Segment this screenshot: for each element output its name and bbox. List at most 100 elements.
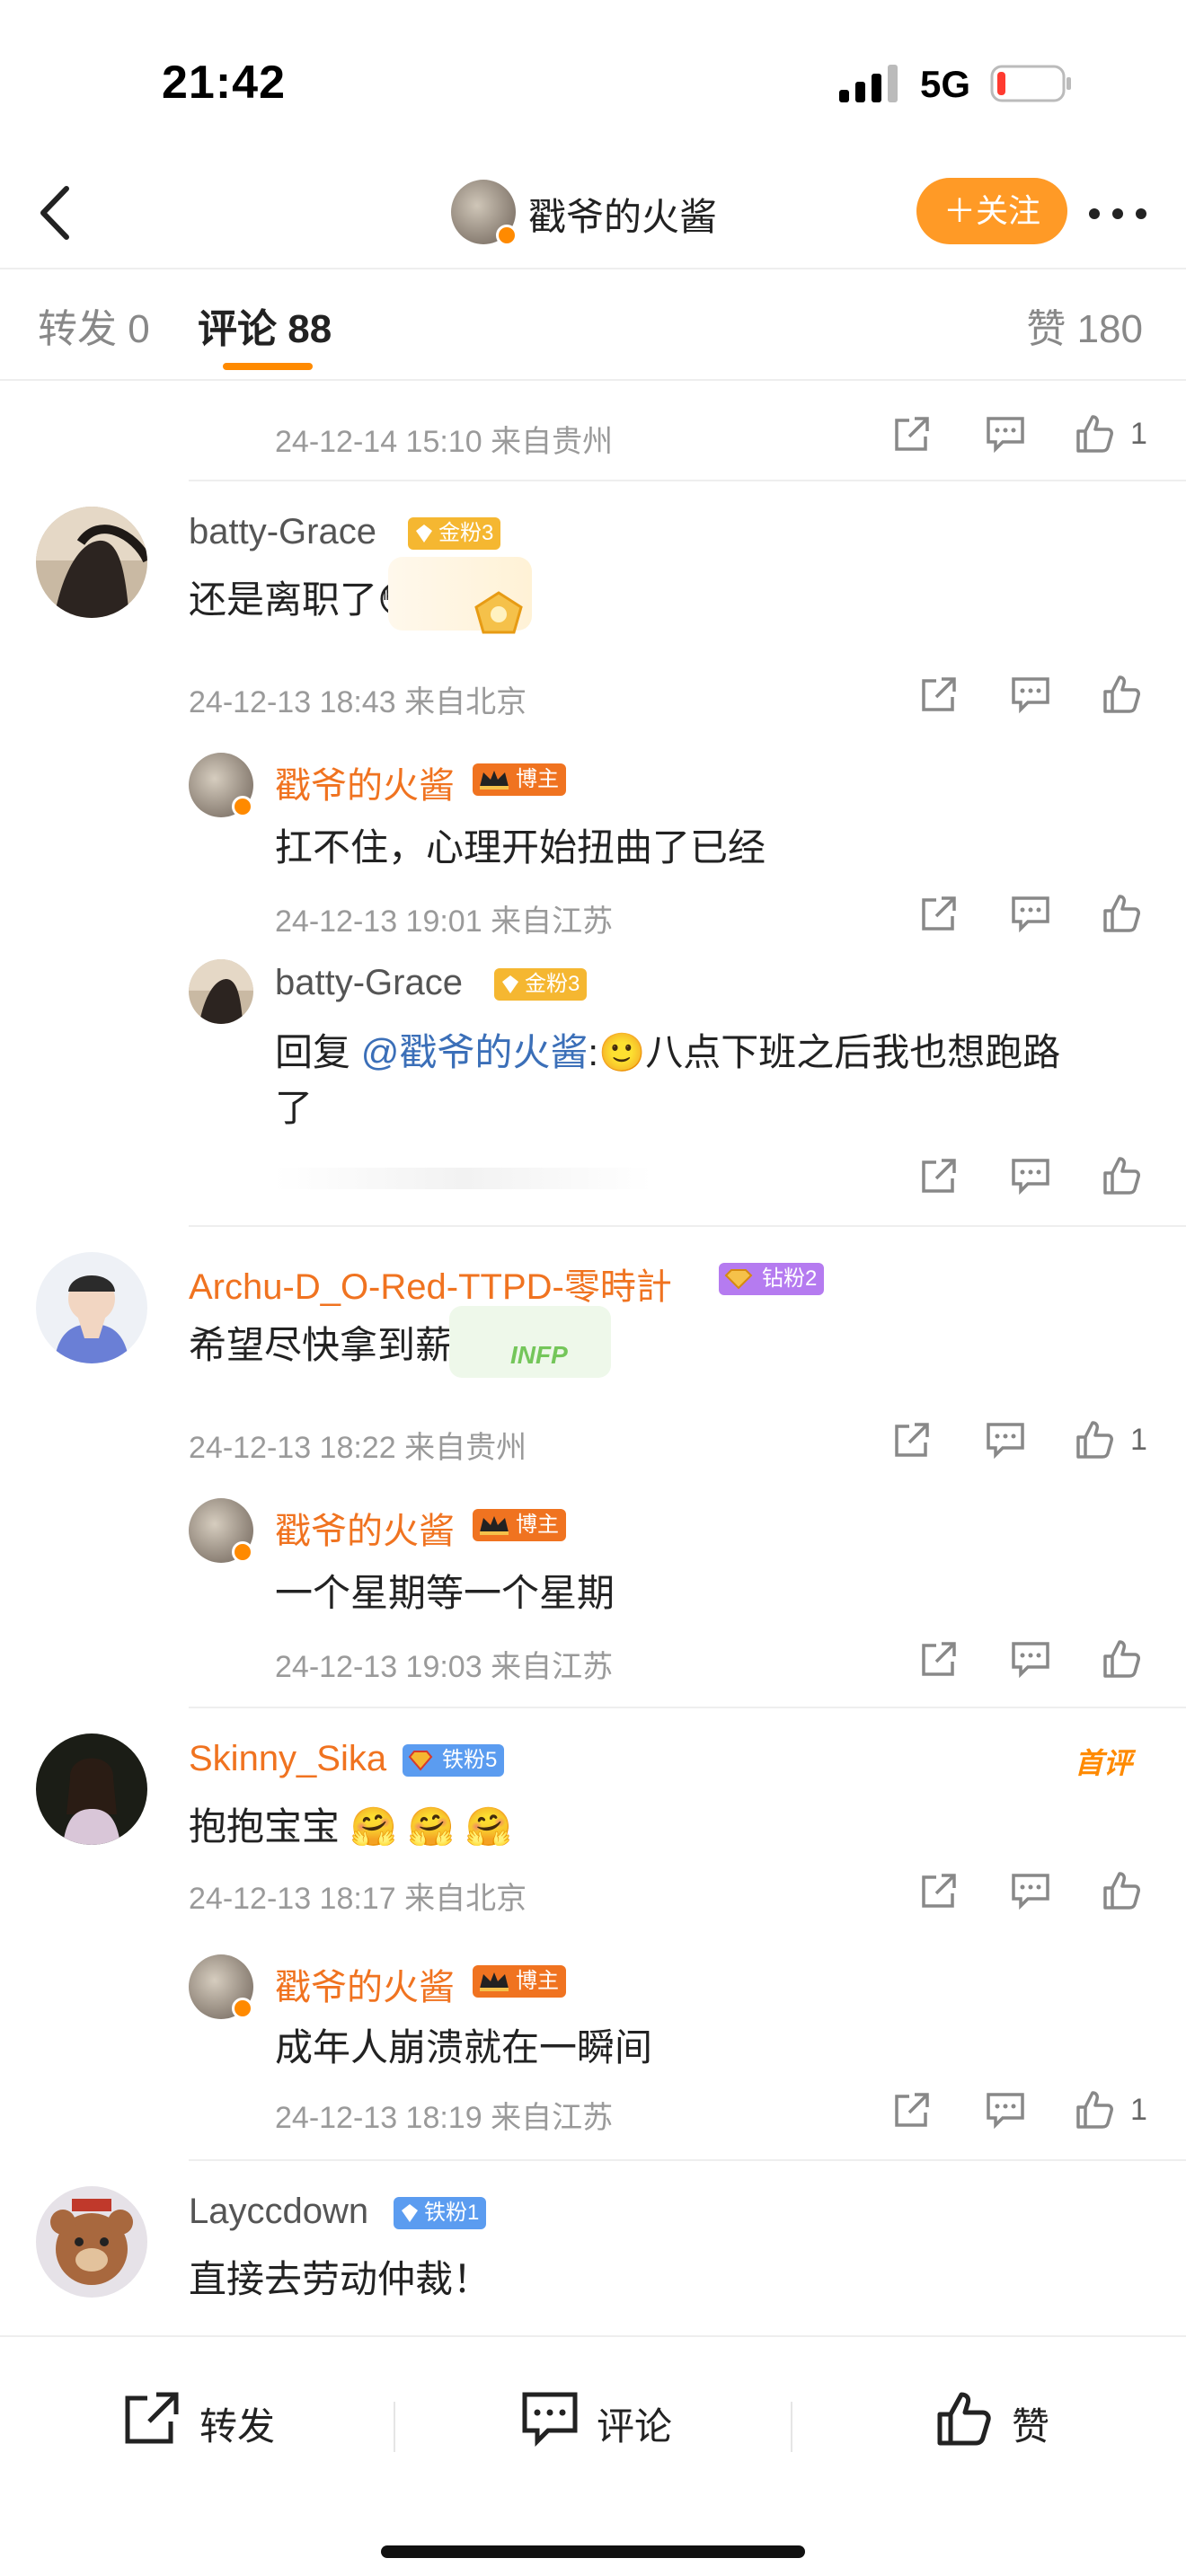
first-comment-tag: 首评	[1075, 1747, 1133, 1779]
share-icon[interactable]	[916, 672, 961, 717]
comment-username[interactable]: Layccdown	[189, 2192, 368, 2232]
reply-meta	[0, 1150, 1186, 1204]
comment-text: 还是离职了😳	[189, 578, 417, 621]
reply-username[interactable]: 戳爷的火酱	[275, 1958, 455, 2010]
reply-text-continued: 了	[275, 1087, 314, 1129]
reply-username[interactable]: 戳爷的火酱	[275, 756, 455, 808]
avatar[interactable]	[36, 507, 147, 618]
fan-badge: 金粉3	[494, 968, 588, 1001]
blogger-name[interactable]: 戳爷的火酱	[528, 187, 717, 242]
signal-icon	[839, 65, 898, 102]
host-badge: 博主	[473, 1509, 566, 1541]
comment-icon[interactable]	[1008, 672, 1053, 717]
avatar[interactable]	[36, 1252, 147, 1363]
follow-button[interactable]: ＋关注	[916, 178, 1067, 244]
verified-icon	[232, 796, 253, 817]
comment-meta: 24-12-13 18:22 来自贵州 1	[0, 1414, 1186, 1468]
share-icon	[125, 2392, 179, 2444]
bottom-action-bar: 转发 评论 赞	[0, 2335, 1186, 2576]
redacted-meta	[275, 1168, 652, 1189]
verified-icon	[232, 1541, 253, 1563]
comment-meta: 24-12-13 18:17 来自北京	[0, 1865, 1186, 1919]
like-button[interactable]: 赞	[934, 2382, 1114, 2454]
avatar[interactable]	[189, 959, 253, 1024]
comment-text: 抱抱宝宝 🤗 🤗 🤗	[189, 1805, 512, 1848]
like-count: 1	[1130, 2093, 1147, 2127]
like-icon	[937, 2392, 991, 2446]
more-icon[interactable]	[1085, 187, 1150, 241]
divider	[189, 1225, 1186, 1227]
tab-comment[interactable]: 评论 88	[198, 296, 332, 354]
svg-text:INFP: INFP	[510, 1341, 568, 1369]
comment-text: 希望尽快拿到薪水	[189, 1324, 491, 1366]
reply-meta: 24-12-13 19:01 来自江苏	[0, 887, 1186, 941]
tab-active-indicator	[223, 363, 313, 370]
fan-badge: 钻粉2	[719, 1263, 825, 1295]
share-icon[interactable]	[890, 1417, 934, 1462]
comment-icon[interactable]	[1008, 1868, 1053, 1913]
share-icon[interactable]	[916, 1868, 961, 1913]
divider	[394, 2402, 395, 2452]
like-icon[interactable]	[1073, 411, 1118, 456]
like-icon[interactable]	[1100, 1153, 1145, 1198]
battery-icon	[990, 65, 1071, 102]
forward-button[interactable]: 转发	[122, 2382, 320, 2454]
network-label: 5G	[920, 63, 971, 105]
fan-badge: 金粉3	[408, 517, 501, 550]
comment-meta: 24-12-14 15:10 来自贵州 1	[0, 408, 1186, 462]
share-icon[interactable]	[916, 1636, 961, 1681]
tab-forward[interactable]: 转发 0	[38, 296, 150, 354]
divider	[189, 480, 1186, 481]
share-icon[interactable]	[916, 891, 961, 936]
like-icon[interactable]	[1073, 1417, 1118, 1462]
share-icon[interactable]	[890, 2087, 934, 2132]
comment-username[interactable]: Skinny_Sika	[189, 1739, 386, 1779]
comment-icon[interactable]	[1008, 1636, 1053, 1681]
back-icon[interactable]	[32, 181, 77, 244]
like-icon[interactable]	[1100, 672, 1145, 717]
divider	[189, 2159, 1186, 2161]
comment-meta: 24-12-13 18:43 来自北京	[0, 668, 1186, 722]
avatar[interactable]	[36, 1734, 147, 1845]
like-icon[interactable]	[1073, 2087, 1118, 2132]
fan-badge: 铁粉5	[403, 1744, 505, 1777]
mention-link[interactable]: @戳爷的火酱	[361, 1031, 589, 1073]
home-indicator[interactable]	[381, 2545, 805, 2558]
host-badge: 博主	[473, 763, 566, 796]
comment-username[interactable]: Archu-D_O-Red-TTPD-零時計	[189, 1257, 672, 1310]
blogger-avatar[interactable]	[451, 180, 518, 246]
comment-icon	[522, 2392, 578, 2447]
comment-icon[interactable]	[983, 2087, 1028, 2132]
comment-bubble-decoration: INFP	[449, 1306, 611, 1378]
verified-icon	[232, 1998, 253, 2019]
comment-icon[interactable]	[983, 411, 1028, 456]
tab-like[interactable]: 赞 180	[1026, 296, 1143, 354]
share-icon[interactable]	[916, 1153, 961, 1198]
comment-icon[interactable]	[983, 1417, 1028, 1462]
share-icon[interactable]	[890, 411, 934, 456]
nav-bar: 戳爷的火酱 ＋关注	[0, 162, 1186, 269]
comment-bubble-decoration	[388, 557, 532, 634]
avatar[interactable]	[36, 2186, 147, 2298]
divider	[189, 1707, 1186, 1708]
tab-bar: 转发 0 评论 88 赞 180	[0, 269, 1186, 381]
reply-text: 扛不住，心理开始扭曲了已经	[275, 826, 766, 869]
comment-list: 24-12-14 15:10 来自贵州 1 batty-Grace 金粉3 还是…	[0, 381, 1186, 2335]
comment-username[interactable]: batty-Grace	[189, 512, 376, 552]
like-icon[interactable]	[1100, 1636, 1145, 1681]
host-badge: 博主	[473, 1965, 566, 1998]
like-icon[interactable]	[1100, 1868, 1145, 1913]
reply-username[interactable]: 戳爷的火酱	[275, 1502, 455, 1554]
reply-meta: 24-12-13 18:19 来自江苏 1	[0, 2084, 1186, 2138]
reply-meta: 24-12-13 19:03 来自江苏	[0, 1633, 1186, 1687]
reply-text: 一个星期等一个星期	[275, 1572, 615, 1614]
comment-icon[interactable]	[1008, 891, 1053, 936]
like-count: 1	[1130, 1423, 1147, 1457]
comment-icon[interactable]	[1008, 1153, 1053, 1198]
like-icon[interactable]	[1100, 891, 1145, 936]
status-bar: 21:42 5G	[0, 0, 1186, 162]
reply-username[interactable]: batty-Grace	[275, 963, 463, 1003]
comment-button[interactable]: 评论	[519, 2382, 717, 2454]
divider	[791, 2402, 792, 2452]
comment-text: 直接去劳动仲裁！	[189, 2258, 491, 2300]
